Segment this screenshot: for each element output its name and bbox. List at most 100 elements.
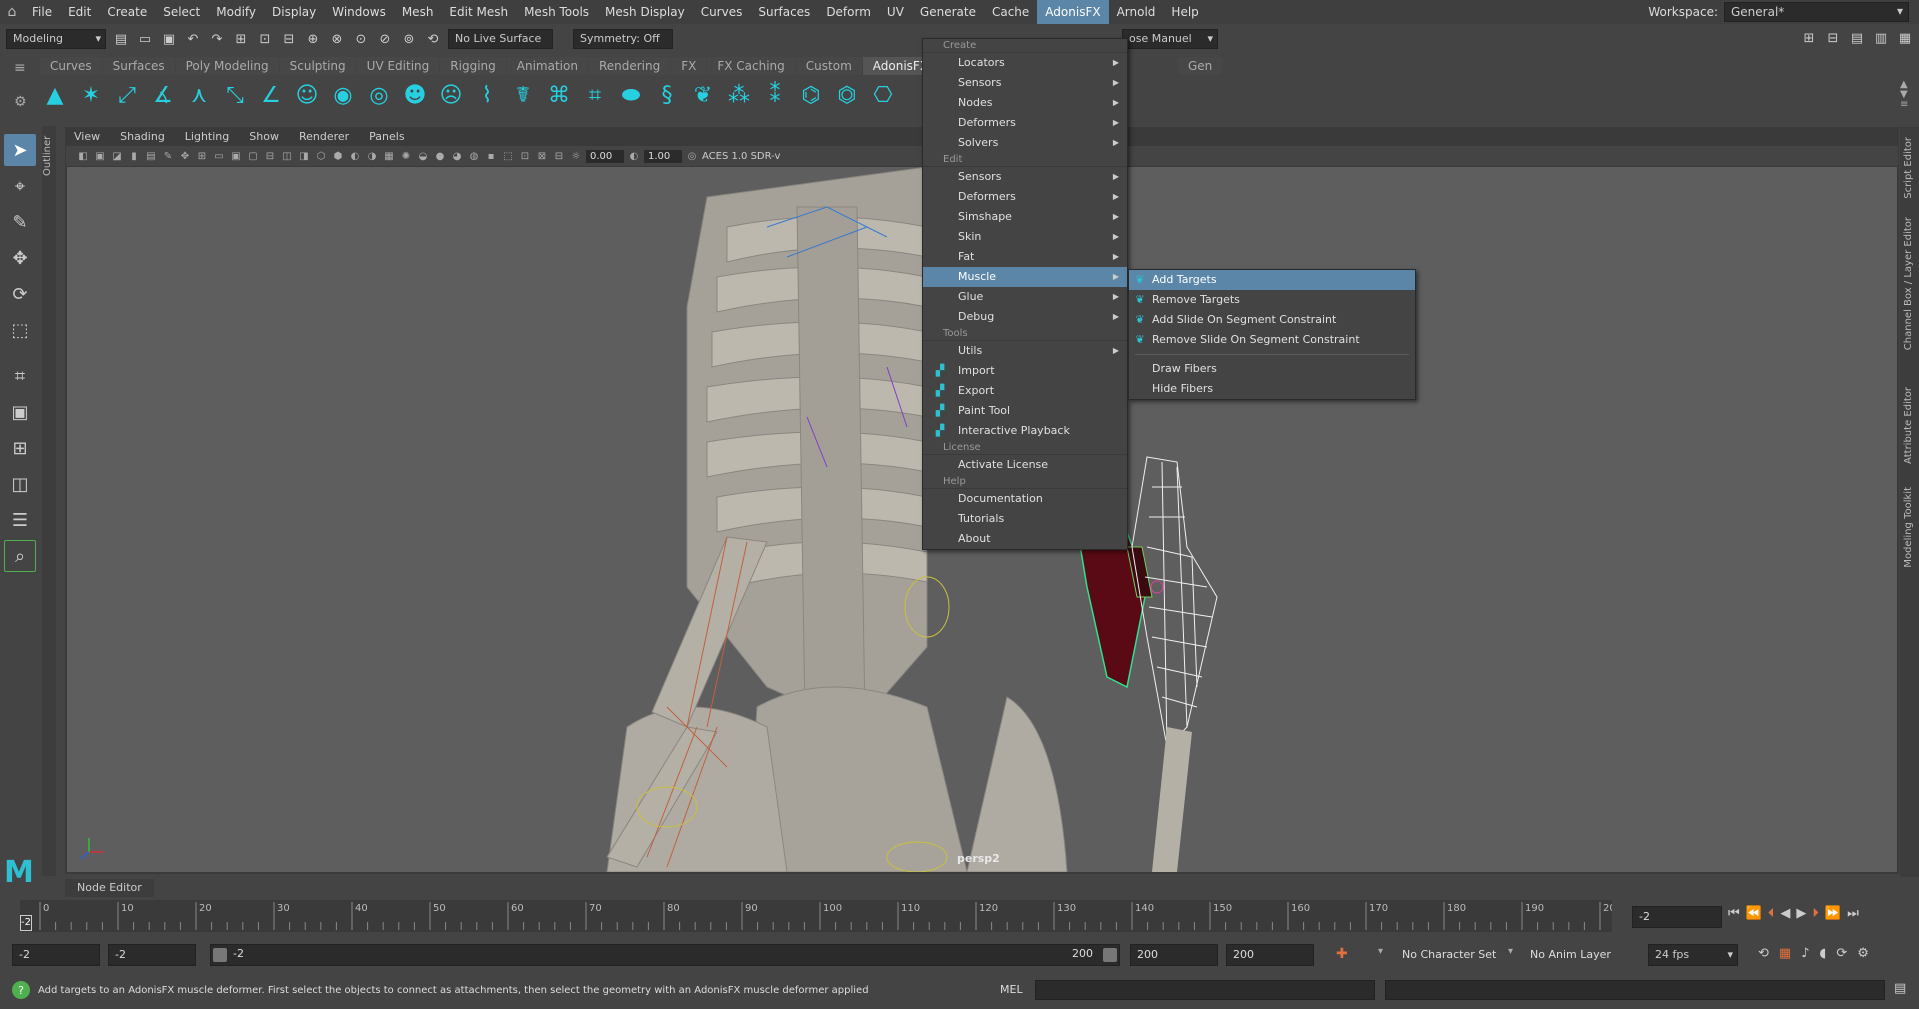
menu-edit-mesh[interactable]: Edit Mesh bbox=[441, 0, 516, 24]
time-slider[interactable]: 0 10 20 30 40 50 60 70 80 90 100 110 120 130 140 150 160… bbox=[20, 900, 1622, 932]
twist-sensor-icon[interactable]: ⤡ bbox=[220, 80, 250, 110]
wireframe-icon[interactable]: ⬡ bbox=[314, 149, 328, 163]
panel-menu-lighting[interactable]: Lighting bbox=[177, 128, 237, 145]
muscle-paint-icon[interactable]: ⌗ bbox=[580, 80, 610, 110]
snap-surface-icon[interactable]: ⊚ bbox=[400, 30, 418, 48]
menu-modify[interactable]: Modify bbox=[208, 0, 264, 24]
xray-joints-icon[interactable]: ⊠ bbox=[535, 149, 549, 163]
mode-dropdown[interactable]: Modeling ▾ bbox=[6, 29, 106, 49]
range-max-handle[interactable] bbox=[1103, 948, 1117, 962]
shelf-tab-custom[interactable]: Custom bbox=[795, 57, 862, 75]
bend-sensor-icon[interactable]: ∠ bbox=[256, 80, 286, 110]
sensor-icon[interactable]: ✶ bbox=[76, 80, 106, 110]
auto-key-icon[interactable]: ✚ bbox=[1336, 946, 1348, 962]
go-to-end-icon[interactable]: ⏭ bbox=[1847, 906, 1859, 921]
shadows-icon[interactable]: ◒ bbox=[416, 149, 430, 163]
menu-item-edit-debug[interactable]: Debug ▶ bbox=[923, 307, 1127, 327]
camera-lock-icon[interactable]: ▣ bbox=[93, 149, 107, 163]
menu-item-tools-import[interactable]: ▞ Import bbox=[923, 361, 1127, 381]
menu-surfaces[interactable]: Surfaces bbox=[750, 0, 818, 24]
step-forward-key-icon[interactable]: ⏩ bbox=[1825, 906, 1841, 921]
fibers-icon[interactable]: § bbox=[652, 80, 682, 110]
menu-item-help-about[interactable]: About bbox=[923, 529, 1127, 549]
channel-icon[interactable]: ▤ bbox=[1848, 29, 1866, 47]
bone-icon[interactable]: ⋏ bbox=[184, 80, 214, 110]
submenu-item-remove-targets[interactable]: ❦ Remove Targets bbox=[1129, 290, 1415, 310]
menu-curves[interactable]: Curves bbox=[693, 0, 751, 24]
redo-icon[interactable]: ↷ bbox=[208, 30, 226, 48]
face-icon[interactable]: ☺ bbox=[292, 80, 322, 110]
loop-icon[interactable]: ⟲ bbox=[1758, 946, 1769, 961]
outliner-layout-icon[interactable]: ☰ bbox=[4, 504, 36, 536]
lights-icon[interactable]: ✺ bbox=[399, 149, 413, 163]
menu-windows[interactable]: Windows bbox=[324, 0, 394, 24]
panel-menu-shading[interactable]: Shading bbox=[112, 128, 173, 145]
tab-script-editor[interactable]: Script Editor bbox=[1903, 137, 1914, 199]
menu-item-edit-fat[interactable]: Fat ▶ bbox=[923, 247, 1127, 267]
snap-grid-icon[interactable]: ⊕ bbox=[304, 30, 322, 48]
menu-uv[interactable]: UV bbox=[879, 0, 912, 24]
exposure-icon[interactable]: ☼ bbox=[569, 149, 583, 163]
menu-item-license-activate-license[interactable]: Activate License bbox=[923, 455, 1127, 475]
panel-menu-view[interactable]: View bbox=[66, 128, 108, 145]
panel-menu-renderer[interactable]: Renderer bbox=[291, 128, 357, 145]
menu-mesh-tools[interactable]: Mesh Tools bbox=[516, 0, 597, 24]
camera-select-icon[interactable]: ◧ bbox=[76, 149, 90, 163]
submenu-item-hide-fibers[interactable]: Hide Fibers bbox=[1129, 379, 1415, 399]
resolution-gate-icon[interactable]: ▣ bbox=[229, 149, 243, 163]
field-chart-icon[interactable]: ⊟ bbox=[263, 149, 277, 163]
gamma-icon[interactable]: ◐ bbox=[627, 149, 641, 163]
range-min-handle[interactable] bbox=[213, 948, 227, 962]
ring-icon[interactable]: ◎ bbox=[364, 80, 394, 110]
select-hierarchy-icon[interactable]: ⊞ bbox=[232, 30, 250, 48]
exposure-field[interactable]: 0.00 bbox=[586, 149, 624, 163]
simshape-icon[interactable]: ⏣ bbox=[832, 80, 862, 110]
step-forward-frame-icon[interactable]: ⏵ bbox=[1812, 906, 1819, 921]
image-plane-icon[interactable]: ▤ bbox=[144, 149, 158, 163]
panel-menu-show[interactable]: Show bbox=[241, 128, 287, 145]
menu-item-create-locators[interactable]: Locators ▶ bbox=[923, 53, 1127, 73]
muscle-create-icon[interactable]: ⌇ bbox=[472, 80, 502, 110]
menu-select[interactable]: Select bbox=[155, 0, 208, 24]
single-view-icon[interactable]: ▣ bbox=[4, 396, 36, 428]
help-icon[interactable]: ? bbox=[12, 981, 30, 999]
symmetry-field[interactable]: Symmetry: Off bbox=[573, 29, 673, 49]
four-view-icon[interactable]: ⊞ bbox=[4, 432, 36, 464]
submenu-item-draw-fibers[interactable]: Draw Fibers bbox=[1129, 359, 1415, 379]
submenu-item-remove-slide-on-segment-constraint[interactable]: ❦ Remove Slide On Segment Constraint bbox=[1129, 330, 1415, 350]
mel-command-input[interactable] bbox=[1035, 980, 1375, 1000]
menu-item-create-nodes[interactable]: Nodes ▶ bbox=[923, 93, 1127, 113]
menu-adonisfx[interactable]: AdonisFX bbox=[1037, 0, 1109, 24]
menu-item-tools-interactive-playback[interactable]: ▞ Interactive Playback bbox=[923, 421, 1127, 441]
shelf-tab-gen[interactable]: Gen bbox=[1177, 57, 1223, 75]
user-login-dropdown[interactable]: ose Manuel ▾ bbox=[1122, 29, 1218, 49]
menu-item-create-solvers[interactable]: Solvers ▶ bbox=[923, 133, 1127, 153]
smooth-shade-icon[interactable]: ⬢ bbox=[331, 149, 345, 163]
menu-help[interactable]: Help bbox=[1163, 0, 1206, 24]
xray-active-icon[interactable]: ⊟ bbox=[552, 149, 566, 163]
menu-item-create-sensors[interactable]: Sensors ▶ bbox=[923, 73, 1127, 93]
chevron-down-icon[interactable]: ▾ bbox=[1378, 946, 1383, 957]
menu-item-edit-skin[interactable]: Skin ▶ bbox=[923, 227, 1127, 247]
shelf-tab-fx-caching[interactable]: FX Caching bbox=[707, 57, 795, 75]
outliner-tab[interactable]: Outliner bbox=[42, 126, 56, 876]
snap-view-icon[interactable]: ⊘ bbox=[376, 30, 394, 48]
panel-menu-panels[interactable]: Panels bbox=[361, 128, 412, 145]
start-time-field[interactable]: -2 bbox=[12, 944, 100, 966]
glue-icon[interactable]: ⁑ bbox=[760, 80, 790, 110]
tool-settings-icon[interactable]: ▦ bbox=[1896, 29, 1914, 47]
tab-modeling-toolkit[interactable]: Modeling Toolkit bbox=[1903, 487, 1914, 568]
snap-curve-icon[interactable]: ⊗ bbox=[328, 30, 346, 48]
chevron-down-icon[interactable]: ▾ bbox=[1508, 946, 1513, 957]
shelf-tab-poly-modeling[interactable]: Poly Modeling bbox=[175, 57, 279, 75]
sound-icon[interactable]: ♪ bbox=[1801, 946, 1809, 961]
grease-pencil-icon[interactable]: ✎ bbox=[161, 149, 175, 163]
menu-file[interactable]: File bbox=[24, 0, 60, 24]
volume-icon[interactable]: ◖ bbox=[1820, 946, 1827, 961]
safe-title-icon[interactable]: ◨ bbox=[297, 149, 311, 163]
character-set-label[interactable]: No Character Set bbox=[1402, 948, 1496, 961]
shelf-menu-icon[interactable]: ≡ bbox=[14, 60, 26, 76]
menu-item-tools-paint-tool[interactable]: ▞ Paint Tool bbox=[923, 401, 1127, 421]
menu-item-edit-glue[interactable]: Glue ▶ bbox=[923, 287, 1127, 307]
gamma-field[interactable]: 1.00 bbox=[644, 149, 682, 163]
